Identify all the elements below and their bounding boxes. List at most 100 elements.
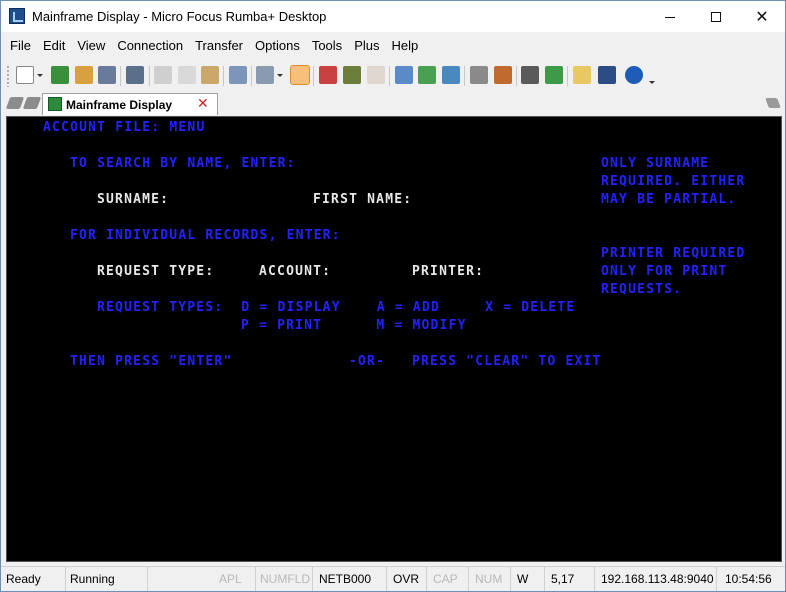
print-screen-icon[interactable] (126, 66, 144, 84)
toolbar-separator (516, 66, 517, 86)
minimize-button[interactable] (647, 1, 693, 32)
first-name-label: FIRST NAME: (313, 192, 413, 207)
tab-mainframe-display[interactable]: Mainframe Display ✕ (42, 93, 218, 115)
terminal-screen[interactable]: ACCOUNT FILE: MENU TO SEARCH BY NAME, EN… (6, 116, 782, 562)
window-layout-icon[interactable] (256, 66, 274, 84)
request-types-line2: P = PRINT M = MODIFY (241, 318, 467, 333)
surname-note-line3: MAY BE PARTIAL. (601, 192, 737, 207)
toolbar-separator (120, 66, 121, 86)
play-icon[interactable] (545, 66, 563, 84)
status-w: W (511, 567, 545, 591)
settings-icon[interactable] (470, 66, 488, 84)
status-running: Running (66, 567, 148, 591)
request-types-line1: REQUEST TYPES: D = DISPLAY A = ADD X = D… (97, 300, 576, 315)
session-manager-icon[interactable] (290, 65, 310, 85)
macro-record-icon[interactable] (319, 66, 337, 84)
menu-connection[interactable]: Connection (111, 36, 189, 56)
status-time: 10:54:56 (725, 572, 772, 586)
surname-note-line2: REQUIRED. EITHER (601, 174, 746, 189)
status-host-address: 192.168.113.48:9040 (595, 567, 717, 591)
window-title: Mainframe Display - Micro Focus Rumba+ D… (32, 9, 327, 24)
status-cap: CAP (427, 567, 469, 591)
menu-view[interactable]: View (71, 36, 111, 56)
menu-bar: File Edit View Connection Transfer Optio… (1, 36, 785, 56)
status-netb: NETB000 (313, 567, 387, 591)
toolbar-separator (149, 66, 150, 86)
request-type-label: REQUEST TYPE: (97, 264, 215, 279)
tab-label: Mainframe Display (66, 98, 173, 112)
tab-strip: Mainframe Display ✕ (1, 92, 785, 115)
file-receive-icon[interactable] (418, 66, 436, 84)
clear-instruction: PRESS "CLEAR" TO EXIT (412, 354, 602, 369)
printer-note-line1: PRINTER REQUIRED (601, 246, 746, 261)
rumba-app-icon[interactable] (9, 8, 25, 24)
surname-note-line1: ONLY SURNAME (601, 156, 710, 171)
menu-file[interactable]: File (4, 36, 37, 56)
close-window-button[interactable]: ✕ (739, 1, 785, 32)
maximize-icon (711, 11, 721, 22)
run-macro-icon[interactable] (521, 66, 539, 84)
menu-edit[interactable]: Edit (37, 36, 71, 56)
app-window: Mainframe Display - Micro Focus Rumba+ D… (0, 0, 786, 592)
toolbar-separator (567, 66, 568, 86)
surname-label: SURNAME: (97, 192, 170, 207)
undo-icon[interactable] (229, 66, 247, 84)
status-cursor-position: 5,17 (545, 567, 595, 591)
layout-dropdown-icon[interactable] (277, 74, 283, 77)
status-numfld: NUMFLD (256, 567, 313, 591)
printer-note-line2: ONLY FOR PRINT (601, 264, 728, 279)
cut-icon[interactable] (154, 66, 172, 84)
calendar-icon[interactable] (367, 66, 385, 84)
paste-icon[interactable] (201, 66, 219, 84)
status-ovr: OVR (387, 567, 427, 591)
maximize-button[interactable] (693, 1, 739, 32)
close-icon: ✕ (755, 6, 769, 26)
brush-icon[interactable] (494, 66, 512, 84)
tab-list-icon[interactable] (765, 98, 781, 108)
status-num: NUM (469, 567, 511, 591)
enter-instruction: THEN PRESS "ENTER" (70, 354, 233, 369)
toolbar (3, 61, 783, 91)
menu-transfer[interactable]: Transfer (189, 36, 249, 56)
menu-tools[interactable]: Tools (306, 36, 348, 56)
toolbar-separator (251, 66, 252, 86)
toolbar-separator (223, 66, 224, 86)
copy-icon[interactable] (178, 66, 196, 84)
toolbar-separator (313, 66, 314, 86)
screen-title: ACCOUNT FILE: MENU (43, 120, 206, 135)
title-bar[interactable]: Mainframe Display - Micro Focus Rumba+ D… (1, 1, 785, 32)
status-ready: Ready (1, 567, 66, 591)
toolbar-separator (389, 66, 390, 86)
menu-plus[interactable]: Plus (348, 36, 385, 56)
new-session-icon[interactable] (16, 66, 34, 84)
toolbar-separator (464, 66, 465, 86)
keyboard-map-icon[interactable] (343, 66, 361, 84)
or-text: -OR- (349, 354, 386, 369)
file-send-icon[interactable] (395, 66, 413, 84)
individual-prompt: FOR INDIVIDUAL RECORDS, ENTER: (70, 228, 341, 243)
transfer-icon[interactable] (442, 66, 460, 84)
tab-close-icon[interactable]: ✕ (197, 96, 209, 112)
toolbar-overflow-icon[interactable] (649, 81, 655, 84)
printer-label: PRINTER: (412, 264, 485, 279)
minimize-icon (665, 17, 675, 18)
new-dropdown-icon[interactable] (37, 74, 43, 77)
help-icon[interactable] (625, 66, 643, 84)
toolbar-grip[interactable] (6, 65, 10, 87)
account-label: ACCOUNT: (259, 264, 332, 279)
search-prompt: TO SEARCH BY NAME, ENTER: (70, 156, 296, 171)
connect-icon[interactable] (75, 66, 93, 84)
status-apl: APL (211, 567, 256, 591)
open-icon[interactable] (51, 66, 69, 84)
status-spacer (148, 567, 211, 591)
tab-next-icon[interactable] (22, 97, 42, 109)
session-icon (48, 97, 62, 111)
save-icon[interactable] (98, 66, 116, 84)
menu-options[interactable]: Options (249, 36, 306, 56)
notes-icon[interactable] (573, 66, 591, 84)
status-bar: Ready Running APL NUMFLD NETB000 OVR CAP… (1, 566, 785, 591)
tab-prev-icon[interactable] (5, 97, 25, 109)
menu-help[interactable]: Help (385, 36, 424, 56)
printer-note-line3: REQUESTS. (601, 282, 683, 297)
hotspot-icon[interactable] (598, 66, 616, 84)
